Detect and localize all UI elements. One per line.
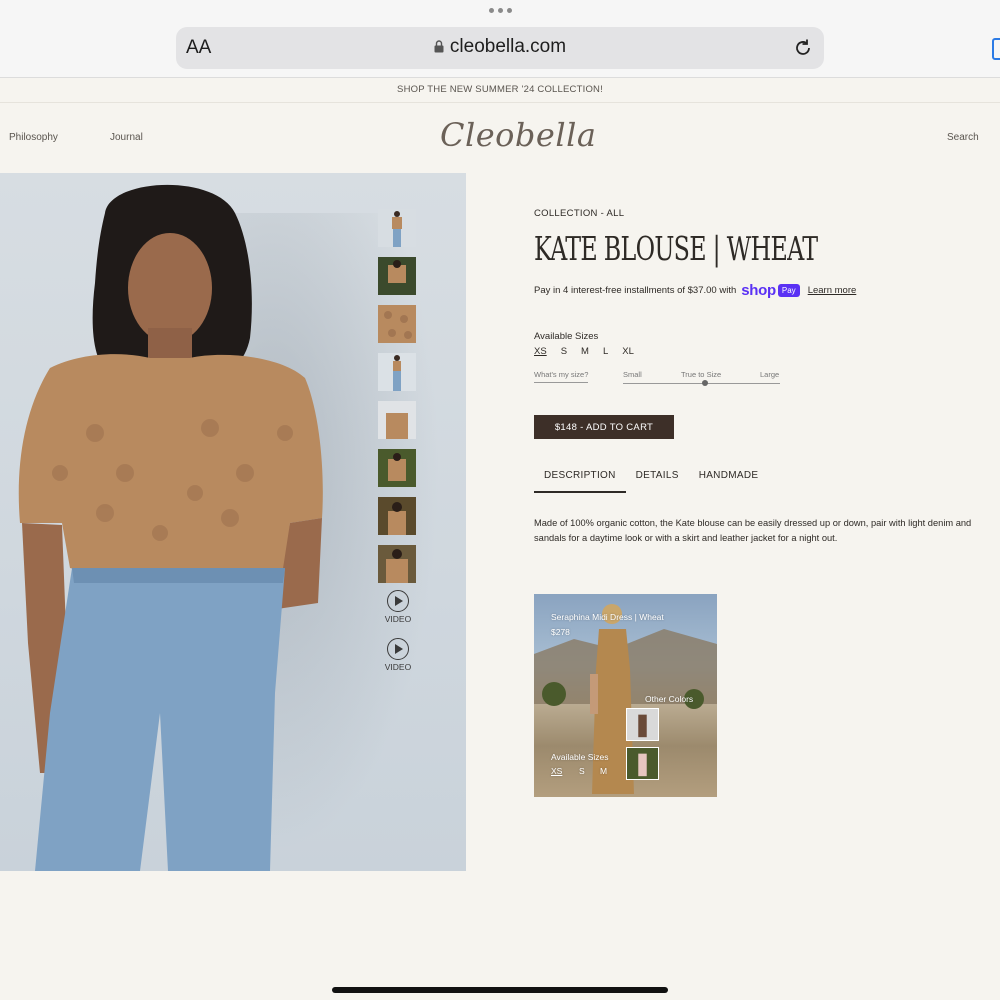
product-tabs: DESCRIPTION DETAILS HANDMADE <box>534 470 768 493</box>
tab-details[interactable]: DETAILS <box>626 470 689 493</box>
home-indicator[interactable] <box>332 987 668 993</box>
thumbnail-image[interactable] <box>378 401 416 439</box>
related-product-name: Seraphina Midi Dress | Wheat <box>551 612 664 622</box>
thumbnail-image[interactable] <box>378 209 416 247</box>
card-size-m[interactable]: M <box>600 766 607 776</box>
thumbnail-image[interactable] <box>378 497 416 535</box>
nav-journal-link[interactable]: Journal <box>110 132 143 143</box>
thumbnail-image[interactable] <box>378 257 416 295</box>
video-label: VIDEO <box>384 662 412 672</box>
lock-icon <box>434 40 444 53</box>
thumbnail-image[interactable] <box>378 353 416 391</box>
related-product-card[interactable]: Seraphina Midi Dress | Wheat $278 Other … <box>534 594 717 797</box>
related-product-price: $278 <box>551 627 570 637</box>
color-swatch-thumbnail[interactable] <box>626 747 659 780</box>
thumbnail-image[interactable] <box>378 305 416 343</box>
installments-info: Pay in 4 interest-free installments of $… <box>534 282 856 299</box>
fit-scale: Small True to Size Large <box>623 370 780 386</box>
fit-indicator <box>702 380 708 386</box>
learn-more-link[interactable]: Learn more <box>808 285 857 296</box>
address-bar[interactable]: AA cleobella.com <box>176 27 824 69</box>
play-icon <box>387 590 409 612</box>
site-logo[interactable]: Cleobella <box>440 116 596 154</box>
thumbnail-list <box>378 209 418 593</box>
card-size-xs[interactable]: XS <box>551 766 562 776</box>
other-colors-label: Other Colors <box>645 694 694 704</box>
tabs-icon[interactable] <box>992 38 1000 60</box>
video-label: VIDEO <box>384 614 412 624</box>
browser-toolbar: AA cleobella.com <box>0 0 1000 78</box>
thumbnail-image[interactable] <box>378 449 416 487</box>
url-text: cleobella.com <box>449 36 567 57</box>
reload-icon[interactable] <box>792 37 814 59</box>
card-size-s[interactable]: S <box>579 766 585 776</box>
shop-pay-logo: shop <box>741 282 776 299</box>
shop-pay-badge: Pay <box>777 284 800 297</box>
card-sizes-label: Available Sizes <box>551 752 609 762</box>
product-title: KATE BLOUSE | WHEAT <box>534 229 818 268</box>
size-option-l[interactable]: L <box>603 346 608 357</box>
size-option-s[interactable]: S <box>561 346 567 357</box>
breadcrumb[interactable]: COLLECTION - ALL <box>534 208 624 219</box>
installments-text: Pay in 4 interest-free installments of $… <box>534 285 737 296</box>
nav-philosophy-link[interactable]: Philosophy <box>9 132 58 143</box>
tab-description[interactable]: DESCRIPTION <box>534 470 626 493</box>
size-selector: XS S M L XL <box>534 346 634 357</box>
size-option-xl[interactable]: XL <box>622 346 634 357</box>
search-link[interactable]: Search <box>947 132 979 143</box>
thumbnail-image[interactable] <box>378 545 416 583</box>
tab-handmade[interactable]: HANDMADE <box>689 470 769 493</box>
announcement-bar[interactable]: SHOP THE NEW SUMMER '24 COLLECTION! <box>0 79 1000 103</box>
video-button[interactable]: VIDEO <box>378 638 418 672</box>
sizes-label: Available Sizes <box>534 331 599 342</box>
add-to-cart-button[interactable]: $148 - ADD TO CART <box>534 415 674 439</box>
fit-scale-small: Small <box>623 370 642 379</box>
play-icon <box>387 638 409 660</box>
fit-scale-large: Large <box>760 370 780 379</box>
size-option-xs[interactable]: XS <box>534 346 547 357</box>
fit-scale-true: True to Size <box>681 370 722 379</box>
color-swatch-thumbnail[interactable] <box>626 708 659 741</box>
multitask-dots-icon[interactable] <box>489 8 512 13</box>
size-guide-link[interactable]: What's my size? <box>534 370 589 383</box>
size-option-m[interactable]: M <box>581 346 589 357</box>
product-description: Made of 100% organic cotton, the Kate bl… <box>534 518 972 543</box>
video-button[interactable]: VIDEO <box>378 590 418 624</box>
